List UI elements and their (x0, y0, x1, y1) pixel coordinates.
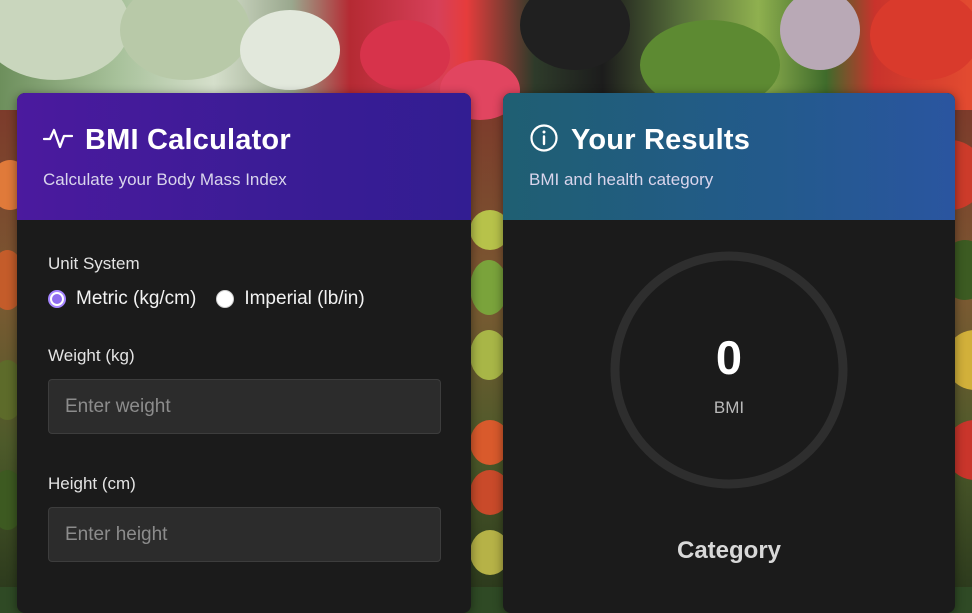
unit-system-label: Unit System (48, 254, 140, 273)
calculator-header: BMI Calculator Calculate your Body Mass … (17, 93, 471, 220)
metric-radio-label: Metric (kg/cm) (76, 288, 197, 309)
weight-input[interactable]: Enter weight (48, 379, 441, 434)
category-title: Category (676, 537, 782, 564)
unit-system-radio-group: Metric (kg/cm) Imperial (lb/in) (48, 288, 441, 310)
calculator-title: BMI Calculator (85, 124, 291, 156)
results-subtitle: BMI and health category (529, 170, 714, 189)
imperial-radio-dot[interactable] (216, 290, 235, 308)
imperial-radio[interactable]: Imperial (lb/in) (216, 288, 365, 310)
calculator-form: Unit System Metric (kg/cm) Imperial (lb/… (17, 220, 471, 562)
weight-label: Weight (kg) (48, 346, 135, 365)
height-input[interactable]: Enter height (48, 507, 441, 562)
bmi-unit-label: BMI (713, 398, 745, 417)
results-title: Your Results (571, 124, 751, 156)
results-card: Your Results BMI and health category 0 B… (503, 93, 955, 613)
activity-icon (42, 123, 74, 158)
calculator-subtitle: Calculate your Body Mass Index (43, 170, 287, 189)
bmi-value: 0 (715, 331, 743, 384)
metric-radio-dot[interactable] (48, 290, 66, 308)
metric-radio[interactable]: Metric (kg/cm) (48, 288, 196, 310)
info-icon (529, 123, 559, 158)
calculator-card: BMI Calculator Calculate your Body Mass … (17, 93, 471, 613)
height-label: Height (cm) (48, 474, 136, 493)
results-body: 0 BMI Category (503, 220, 955, 613)
results-header: Your Results BMI and health category (503, 93, 955, 220)
imperial-radio-label: Imperial (lb/in) (244, 288, 365, 309)
